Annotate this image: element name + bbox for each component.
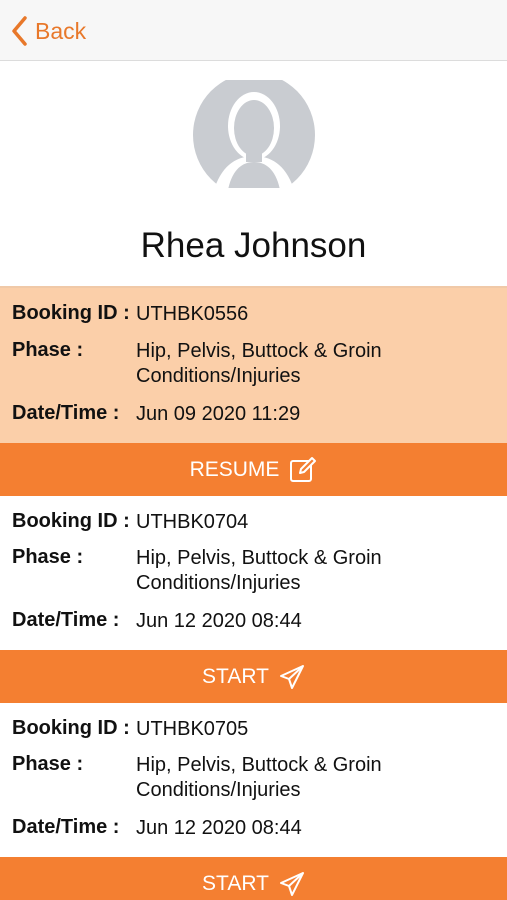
resume-button[interactable]: RESUME <box>0 443 507 496</box>
chevron-left-icon <box>12 16 27 46</box>
booking-id-label: Booking ID : <box>12 302 130 324</box>
phase-label: Phase : <box>12 546 84 568</box>
edit-icon <box>290 456 317 482</box>
phase-label: Phase : <box>12 339 84 361</box>
start-label: START <box>202 871 269 895</box>
booking-id-value: UTHBK0556 <box>136 303 249 325</box>
datetime-value: Jun 09 2020 11:29 <box>136 403 301 425</box>
booking-id-value: UTHBK0705 <box>136 718 249 740</box>
datetime-label: Date/Time : <box>12 402 120 424</box>
paper-plane-icon <box>279 664 304 689</box>
datetime-value: Jun 12 2020 08:44 <box>136 817 302 839</box>
phase-value: Hip, Pelvis, Buttock & Groin Conditions/… <box>136 754 382 801</box>
avatar-icon <box>193 80 315 188</box>
start-label: START <box>202 664 269 688</box>
start-button[interactable]: START <box>0 857 507 900</box>
start-button[interactable]: START <box>0 650 507 703</box>
booking-card: Booking ID : UTHBK0705 Phase : Hip, Pelv… <box>0 703 507 857</box>
phase-value: Hip, Pelvis, Buttock & Groin Conditions/… <box>136 340 382 387</box>
booking-id-label: Booking ID : <box>12 510 130 532</box>
phase-label: Phase : <box>12 753 84 775</box>
nav-bar: Back <box>0 0 507 61</box>
paper-plane-icon <box>279 871 304 896</box>
phase-value: Hip, Pelvis, Buttock & Groin Conditions/… <box>136 547 382 594</box>
booking-id-value: UTHBK0704 <box>136 511 249 533</box>
booking-card: Booking ID : UTHBK0704 Phase : Hip, Pelv… <box>0 496 507 650</box>
datetime-label: Date/Time : <box>12 816 120 838</box>
user-name: Rhea Johnson <box>140 226 367 265</box>
back-button[interactable]: Back <box>10 14 86 48</box>
datetime-value: Jun 12 2020 08:44 <box>136 610 302 632</box>
booking-id-label: Booking ID : <box>12 717 130 739</box>
booking-card: Booking ID : UTHBK0556 Phase : Hip, Pelv… <box>0 288 507 443</box>
resume-label: RESUME <box>189 457 280 481</box>
datetime-label: Date/Time : <box>12 609 120 631</box>
back-label: Back <box>35 17 87 44</box>
